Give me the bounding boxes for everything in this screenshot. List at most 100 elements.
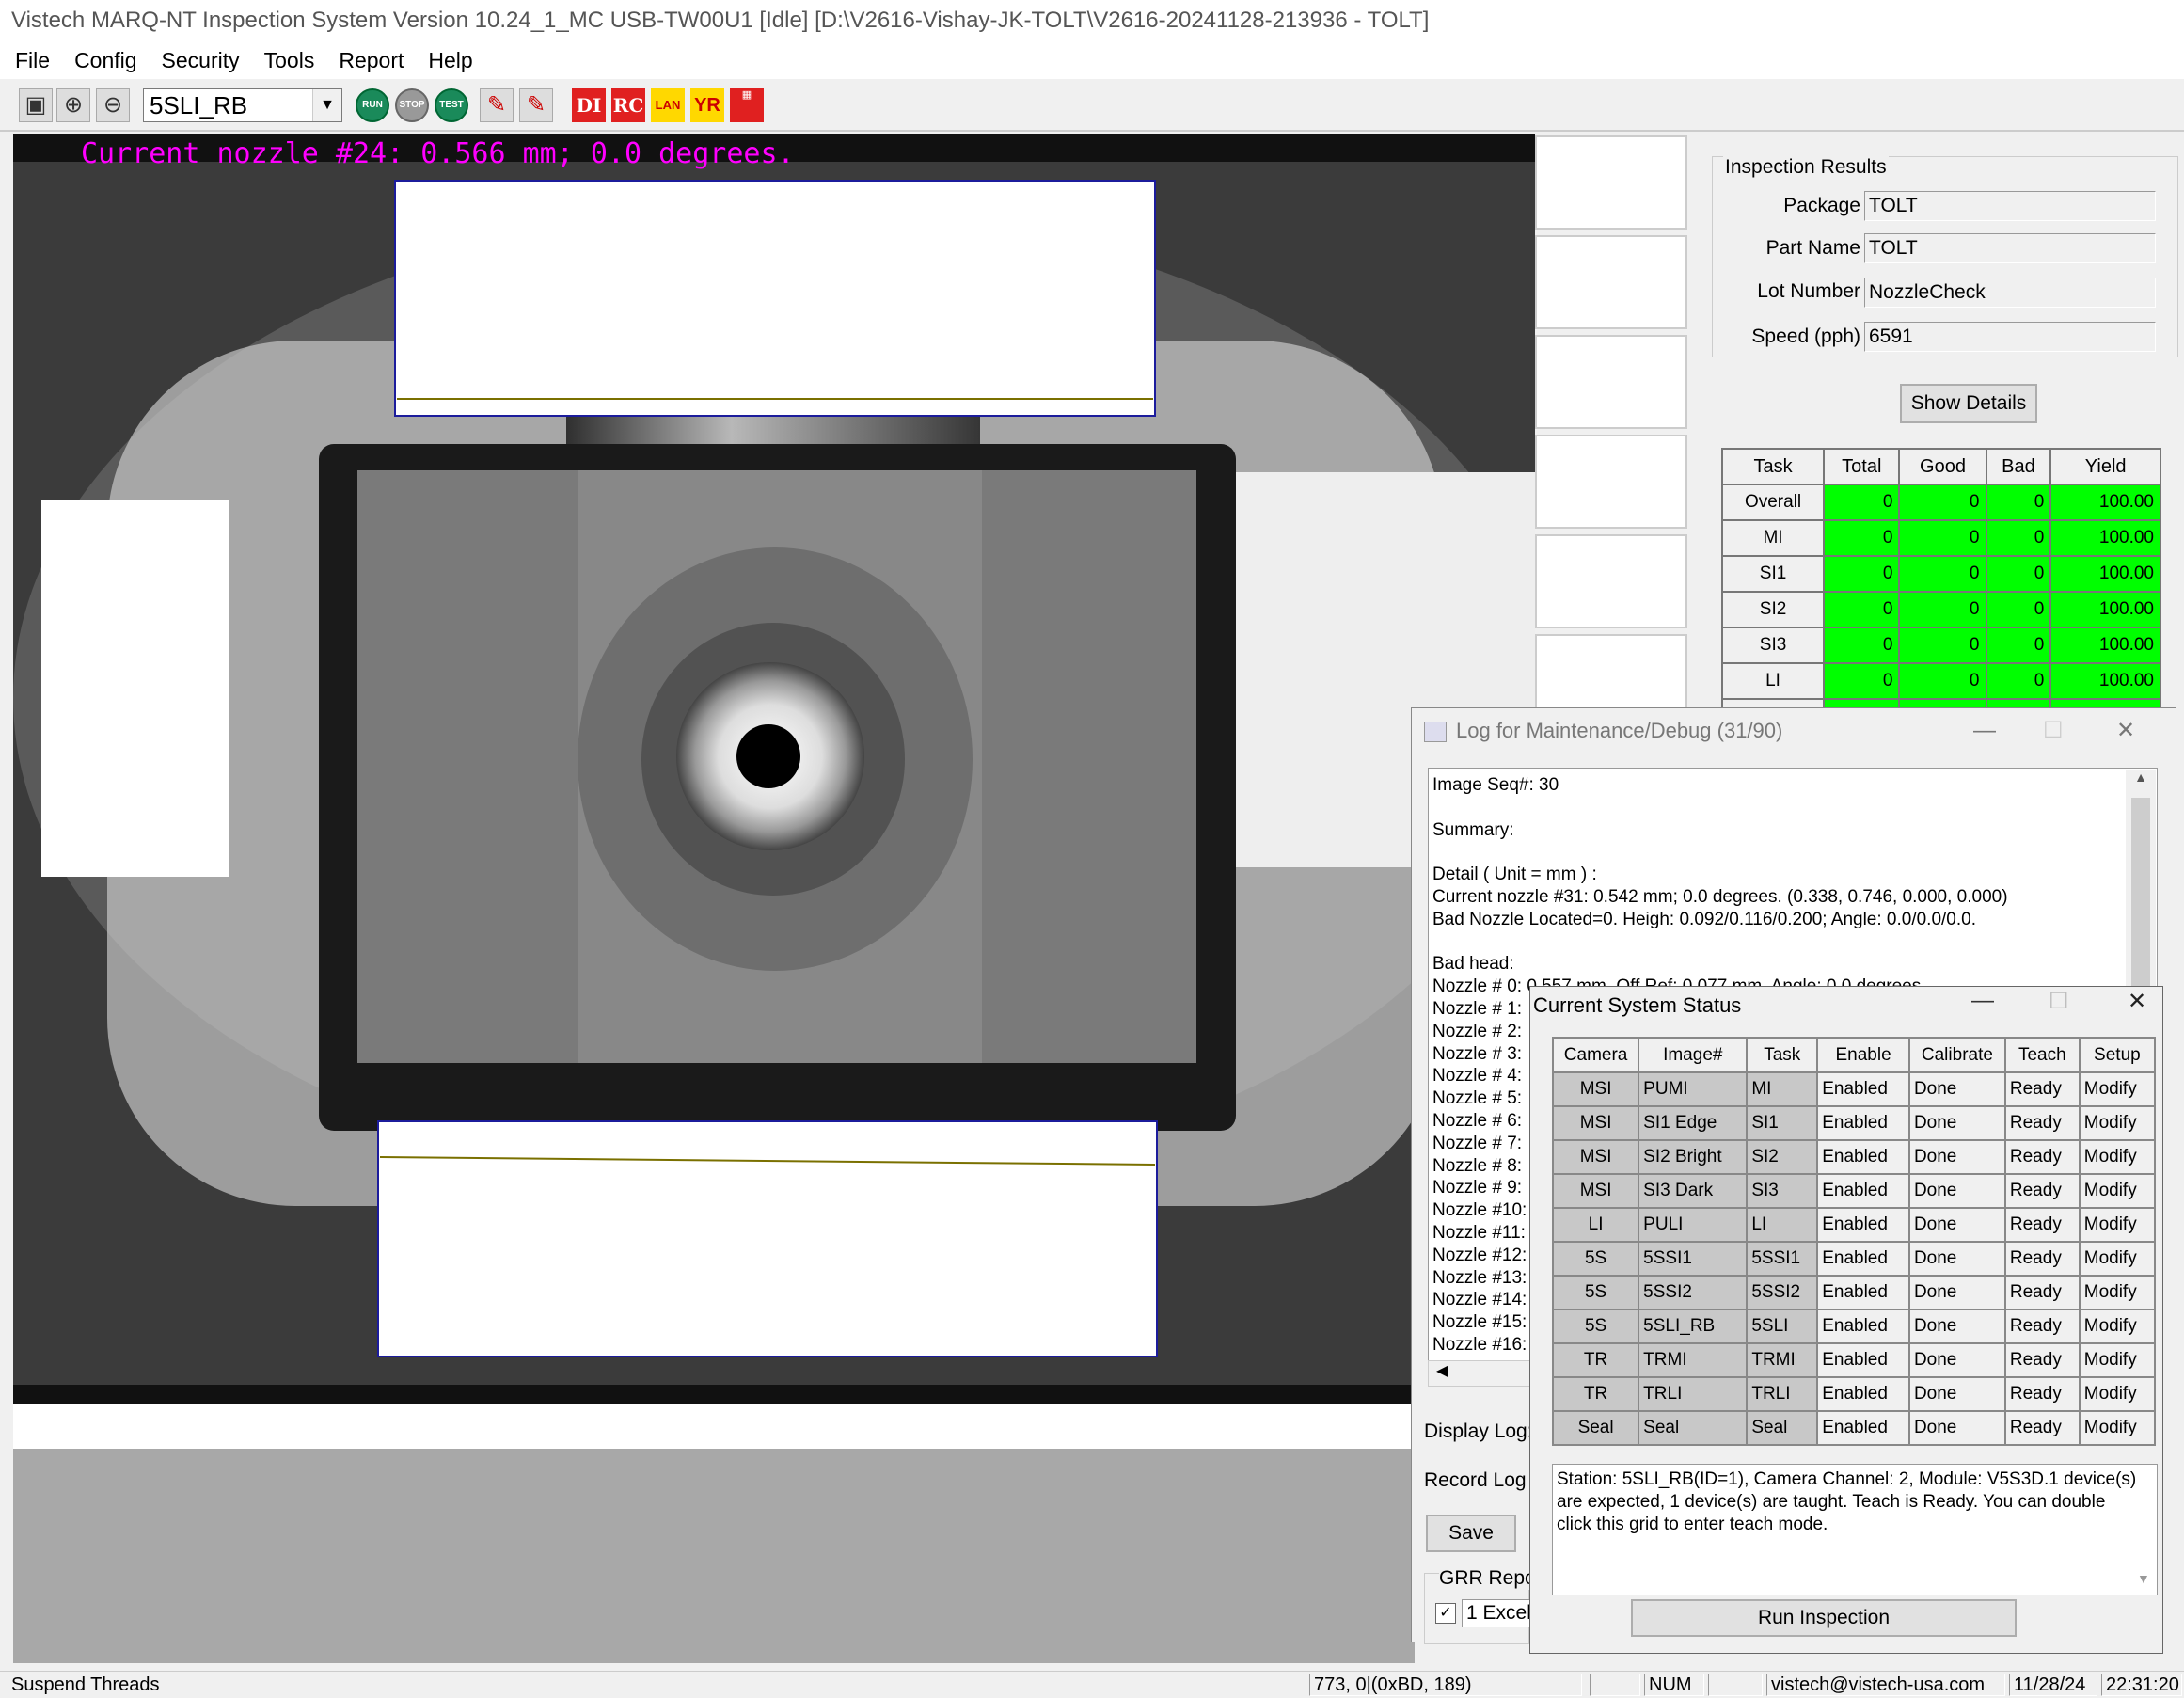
thumbnail[interactable] — [1535, 335, 1687, 429]
task-cell[interactable]: SI2 — [1746, 1139, 1819, 1175]
enable-cell[interactable]: Enabled — [1816, 1342, 1910, 1378]
teach-cell[interactable]: Ready — [2003, 1105, 2081, 1141]
image-cell[interactable]: TRMI — [1638, 1342, 1749, 1378]
enable-cell[interactable]: Enabled — [1816, 1376, 1910, 1412]
close-icon[interactable]: ✕ — [2116, 707, 2135, 754]
image-cell[interactable]: SI2 Bright — [1638, 1139, 1749, 1175]
station-select[interactable]: 5SLI_RB ▼ — [143, 88, 342, 122]
enable-cell[interactable]: Enabled — [1816, 1410, 1910, 1446]
calibrate-cell[interactable]: Done — [1907, 1105, 2006, 1141]
menu-security[interactable]: Security — [147, 41, 249, 79]
camera-cell[interactable]: MSI — [1551, 1173, 1640, 1209]
enable-cell[interactable]: Enabled — [1816, 1105, 1910, 1141]
task-cell[interactable]: TRMI — [1746, 1342, 1819, 1378]
zoom-in-icon[interactable]: ⊕ — [56, 88, 90, 122]
package-field[interactable]: TOLT — [1864, 191, 2156, 221]
setup-cell[interactable]: Modify — [2078, 1275, 2157, 1310]
log-icon[interactable]: ✎ — [519, 88, 553, 122]
lan-button[interactable]: LAN — [651, 88, 685, 122]
teach-cell[interactable]: Ready — [2003, 1139, 2081, 1175]
status-row[interactable]: MSI SI2 Bright SI2 Enabled Done Ready Modify — [1551, 1139, 2157, 1175]
task-cell[interactable]: MI — [1746, 1071, 1819, 1107]
excel-select[interactable]: 1 Excel — [1462, 1599, 1537, 1627]
chevron-up-icon[interactable]: ▲ — [2126, 770, 2156, 785]
image-cell[interactable]: 5SSI1 — [1638, 1241, 1749, 1277]
setup-cell[interactable]: Modify — [2078, 1342, 2157, 1378]
image-cell[interactable]: SI1 Edge — [1638, 1105, 1749, 1141]
save-button[interactable]: Save — [1426, 1515, 1516, 1552]
chevron-down-icon[interactable]: ▼ — [2137, 1571, 2150, 1586]
calibrate-cell[interactable]: Done — [1907, 1241, 2006, 1277]
thumbnail[interactable] — [1535, 135, 1687, 230]
camera-view[interactable] — [13, 134, 1535, 1404]
teach-cell[interactable]: Ready — [2003, 1342, 2081, 1378]
teach-cell[interactable]: Ready — [2003, 1173, 2081, 1209]
camera-cell[interactable]: MSI — [1551, 1139, 1640, 1175]
status-row[interactable]: TR TRLI TRLI Enabled Done Ready Modify — [1551, 1376, 2157, 1412]
calibrate-cell[interactable]: Done — [1907, 1173, 2006, 1209]
log-hscrollbar[interactable]: ◀ — [1428, 1360, 1543, 1387]
status-row[interactable]: 5S 5SSI1 5SSI1 Enabled Done Ready Modify — [1551, 1241, 2157, 1277]
setup-cell[interactable]: Modify — [2078, 1071, 2157, 1107]
scroll-thumb[interactable] — [2131, 798, 2150, 986]
camera-cell[interactable]: TR — [1551, 1376, 1640, 1412]
task-cell[interactable]: 5SLI — [1746, 1309, 1819, 1344]
calibrate-cell[interactable]: Done — [1907, 1275, 2006, 1310]
camera-cell[interactable]: MSI — [1551, 1105, 1640, 1141]
setup-cell[interactable]: Modify — [2078, 1309, 2157, 1344]
calibrate-cell[interactable]: Done — [1907, 1139, 2006, 1175]
setup-cell[interactable]: Modify — [2078, 1139, 2157, 1175]
menu-tools[interactable]: Tools — [249, 41, 324, 79]
show-details-button[interactable]: Show Details — [1900, 384, 2037, 423]
teach-cell[interactable]: Ready — [2003, 1207, 2081, 1243]
run-inspection-button[interactable]: Run Inspection — [1631, 1599, 2017, 1637]
enable-cell[interactable]: Enabled — [1816, 1071, 1910, 1107]
setup-cell[interactable]: Modify — [2078, 1376, 2157, 1412]
maximize-icon[interactable]: ☐ — [2049, 988, 2069, 1015]
report-icon[interactable]: ✎ — [480, 88, 514, 122]
thumbnail[interactable] — [1535, 534, 1687, 628]
teach-cell[interactable]: Ready — [2003, 1275, 2081, 1310]
camera-cell[interactable]: 5S — [1551, 1275, 1640, 1310]
setup-cell[interactable]: Modify — [2078, 1207, 2157, 1243]
status-row[interactable]: TR TRMI TRMI Enabled Done Ready Modify — [1551, 1342, 2157, 1378]
teach-cell[interactable]: Ready — [2003, 1071, 2081, 1107]
task-cell[interactable]: SI1 — [1746, 1105, 1819, 1141]
setup-cell[interactable]: Modify — [2078, 1105, 2157, 1141]
camera-cell[interactable]: Seal — [1551, 1410, 1640, 1446]
enable-cell[interactable]: Enabled — [1816, 1241, 1910, 1277]
setup-cell[interactable]: Modify — [2078, 1241, 2157, 1277]
status-row[interactable]: MSI PUMI MI Enabled Done Ready Modify — [1551, 1071, 2157, 1107]
enable-cell[interactable]: Enabled — [1816, 1173, 1910, 1209]
calibrate-cell[interactable]: Done — [1907, 1410, 2006, 1446]
close-icon[interactable]: ✕ — [2128, 988, 2146, 1015]
part-name-field[interactable]: TOLT — [1864, 233, 2156, 263]
status-row[interactable]: LI PULI LI Enabled Done Ready Modify — [1551, 1207, 2157, 1243]
task-cell[interactable]: 5SSI2 — [1746, 1275, 1819, 1310]
image-cell[interactable]: 5SLI_RB — [1638, 1309, 1749, 1344]
camera-cell[interactable]: LI — [1551, 1207, 1640, 1243]
task-cell[interactable]: SI3 — [1746, 1173, 1819, 1209]
zoom-out-icon[interactable]: ⊖ — [96, 88, 130, 122]
enable-cell[interactable]: Enabled — [1816, 1275, 1910, 1310]
calibrate-cell[interactable]: Done — [1907, 1207, 2006, 1243]
status-row[interactable]: 5S 5SLI_RB 5SLI Enabled Done Ready Modify — [1551, 1309, 2157, 1344]
task-cell[interactable]: LI — [1746, 1207, 1819, 1243]
enable-cell[interactable]: Enabled — [1816, 1139, 1910, 1175]
teach-cell[interactable]: Ready — [2003, 1410, 2081, 1446]
lot-number-field[interactable]: NozzleCheck — [1864, 278, 2156, 308]
stop-button[interactable]: STOP — [395, 88, 429, 122]
calibrate-cell[interactable]: Done — [1907, 1342, 2006, 1378]
thumbnail[interactable] — [1535, 435, 1687, 529]
teach-cell[interactable]: Ready — [2003, 1241, 2081, 1277]
image-cell[interactable]: PULI — [1638, 1207, 1749, 1243]
task-cell[interactable]: TRLI — [1746, 1376, 1819, 1412]
yr-button[interactable]: YR — [690, 88, 724, 122]
calibrate-cell[interactable]: Done — [1907, 1071, 2006, 1107]
task-cell[interactable]: 5SSI1 — [1746, 1241, 1819, 1277]
camera-cell[interactable]: TR — [1551, 1342, 1640, 1378]
menu-file[interactable]: File — [0, 41, 59, 79]
calibrate-cell[interactable]: Done — [1907, 1376, 2006, 1412]
enable-cell[interactable]: Enabled — [1816, 1207, 1910, 1243]
status-row[interactable]: 5S 5SSI2 5SSI2 Enabled Done Ready Modify — [1551, 1275, 2157, 1310]
